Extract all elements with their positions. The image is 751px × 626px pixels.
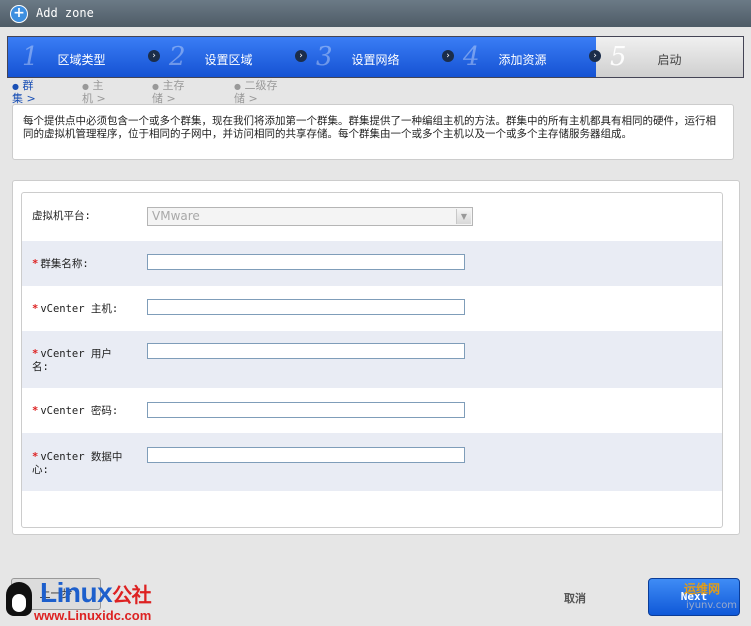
form-row-vcenter-password: * vCenter 密码: bbox=[22, 388, 722, 433]
substep-label: 二级存 bbox=[244, 79, 278, 92]
chevron-down-icon: ▼ bbox=[456, 209, 471, 224]
step-label: 设置区域 bbox=[204, 53, 253, 67]
cluster-name-input[interactable] bbox=[147, 254, 465, 270]
bullet-icon: ● bbox=[234, 82, 241, 91]
form-row-vcenter-user: * vCenter 用户名: bbox=[22, 331, 722, 388]
field-label: vCenter 主机: bbox=[40, 303, 119, 315]
watermark-url: iyunv.com bbox=[686, 600, 738, 611]
step-label: 添加资源 bbox=[498, 53, 547, 67]
substep-secondary-storage[interactable]: ● 二级存 储 > bbox=[234, 80, 277, 105]
cluster-name-label: * 群集名称: bbox=[32, 258, 127, 271]
vcenter-datacenter-label: * vCenter 数据中心: bbox=[32, 451, 127, 477]
form-row-hypervisor: 虚拟机平台: VMware ▼ bbox=[22, 193, 722, 241]
step-label: 启动 bbox=[657, 53, 682, 67]
logo-text: Linux公社 bbox=[40, 577, 152, 608]
substep-label: 主存 bbox=[162, 79, 185, 92]
form-row-vcenter-datacenter: * vCenter 数据中心: bbox=[22, 433, 722, 491]
required-mark: * bbox=[32, 405, 39, 417]
required-mark: * bbox=[32, 451, 39, 463]
hypervisor-value: VMware bbox=[152, 209, 200, 223]
chevron-right-icon: › bbox=[295, 50, 307, 62]
step-setup-zone: 2 设置区域 bbox=[155, 37, 303, 77]
required-mark: * bbox=[32, 258, 39, 270]
field-label: vCenter 用户名: bbox=[32, 348, 112, 373]
field-label: vCenter 密码: bbox=[40, 405, 119, 417]
add-icon: + bbox=[10, 5, 28, 23]
step-label: 区域类型 bbox=[57, 53, 106, 67]
form-row-cluster-name: * 群集名称: bbox=[22, 241, 722, 286]
substep-label: 主 bbox=[92, 79, 104, 92]
vcenter-user-input[interactable] bbox=[147, 343, 465, 359]
description-text: 每个提供点中必须包含一个或多个群集，现在我们将添加第一个群集。群集提供了一种编组… bbox=[12, 104, 734, 160]
vcenter-host-input[interactable] bbox=[147, 299, 465, 315]
wizard-steps: 1 区域类型 › 2 设置区域 › 3 设置网络 › 4 添加资源 › 5 启动 bbox=[7, 36, 744, 78]
vcenter-password-label: * vCenter 密码: bbox=[32, 405, 127, 418]
logo-url: www.Linuxidc.com bbox=[34, 608, 152, 623]
vcenter-password-input[interactable] bbox=[147, 402, 465, 418]
vcenter-datacenter-input[interactable] bbox=[147, 447, 465, 463]
cancel-button[interactable]: 取消 bbox=[564, 590, 586, 606]
chevron-right-icon: › bbox=[148, 50, 160, 62]
window-titlebar: + Add zone bbox=[0, 0, 751, 27]
cluster-form: 虚拟机平台: VMware ▼ * 群集名称: * vCenter 主机: * vCe… bbox=[21, 192, 723, 528]
bullet-icon: ● bbox=[12, 82, 19, 91]
hypervisor-label: 虚拟机平台: bbox=[32, 210, 91, 222]
field-label: vCenter 数据中心: bbox=[32, 451, 123, 476]
form-row-vcenter-host: * vCenter 主机: bbox=[22, 286, 722, 331]
chevron-right-icon: › bbox=[589, 50, 601, 62]
bullet-icon: ● bbox=[152, 82, 159, 91]
substep-cluster[interactable]: ● 群 集 > bbox=[12, 80, 36, 105]
required-mark: * bbox=[32, 303, 39, 315]
window-title: Add zone bbox=[36, 6, 94, 20]
substep-host[interactable]: ● 主 机 > bbox=[82, 80, 106, 105]
substep-label: 群 bbox=[22, 79, 34, 92]
step-zone-type: 1 区域类型 bbox=[8, 37, 156, 77]
step-add-resources: 4 添加资源 bbox=[449, 37, 597, 77]
step-launch: 5 启动 bbox=[596, 37, 743, 77]
required-mark: * bbox=[32, 348, 39, 360]
step-label: 设置网络 bbox=[351, 53, 400, 67]
penguin-icon bbox=[6, 582, 32, 616]
step-setup-network: 3 设置网络 bbox=[302, 37, 450, 77]
chevron-right-icon: › bbox=[442, 50, 454, 62]
vcenter-user-label: * vCenter 用户名: bbox=[32, 348, 127, 374]
bullet-icon: ● bbox=[82, 82, 89, 91]
substep-primary-storage[interactable]: ● 主存 储 > bbox=[152, 80, 184, 105]
vcenter-host-label: * vCenter 主机: bbox=[32, 303, 127, 316]
hypervisor-select[interactable]: VMware ▼ bbox=[147, 207, 473, 226]
linux-logo: Linux公社 www.Linuxidc.com bbox=[4, 578, 184, 624]
field-label: 群集名称: bbox=[40, 258, 89, 270]
watermark-text: 运维网 bbox=[684, 582, 721, 596]
